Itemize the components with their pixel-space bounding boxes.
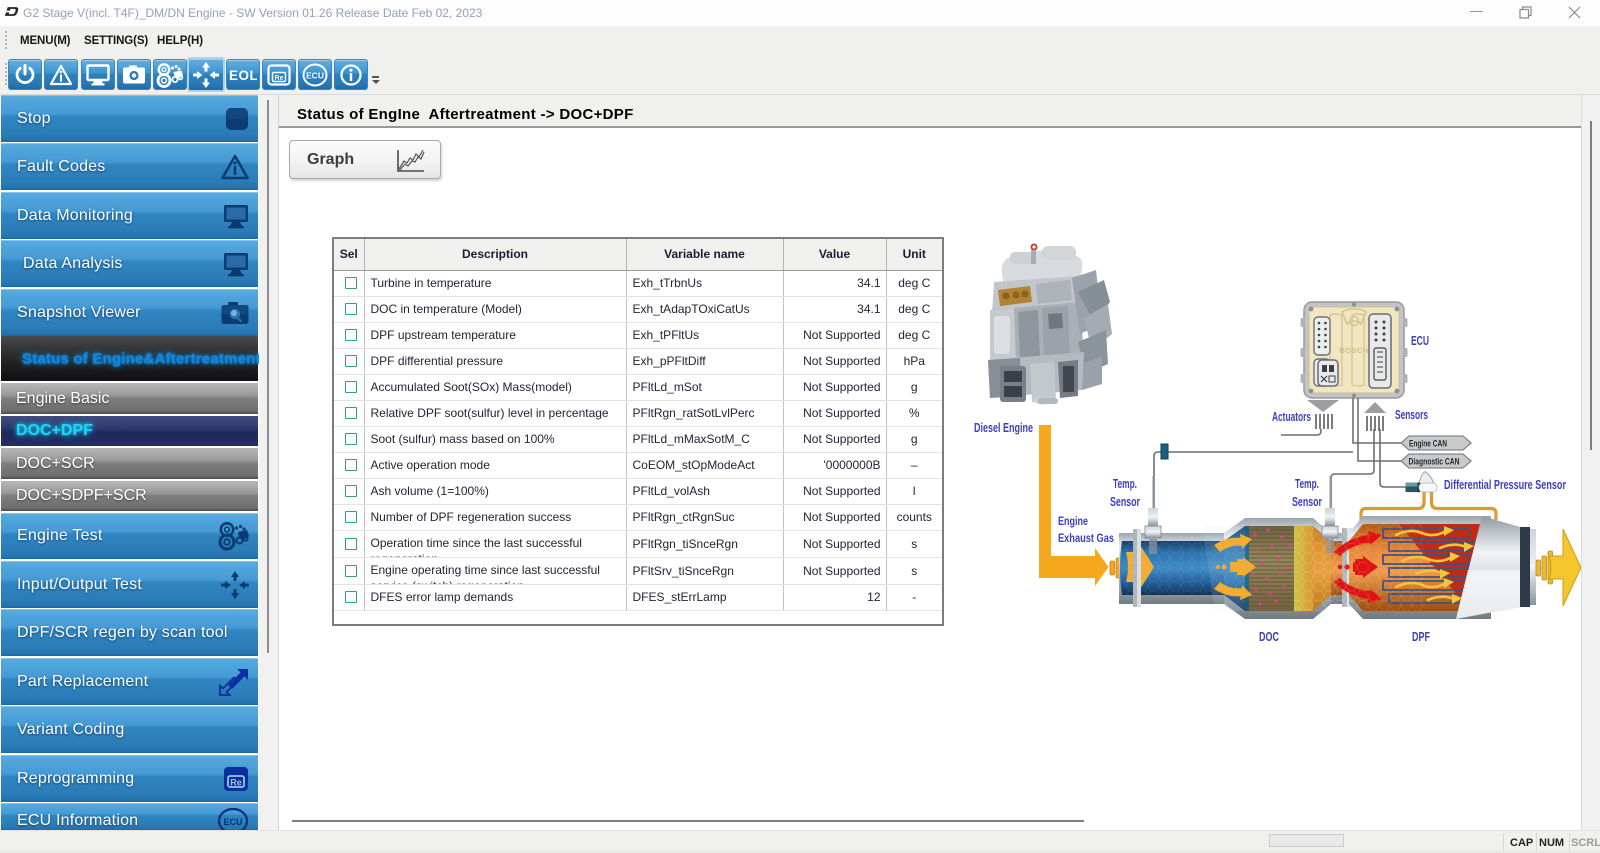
svg-text:DPF: DPF	[1412, 629, 1430, 644]
svg-text:Re: Re	[275, 75, 284, 82]
svg-text:Sensor: Sensor	[1110, 495, 1140, 509]
svg-text:Diagnostic CAN: Diagnostic CAN	[1409, 457, 1460, 467]
svg-text:Temp.: Temp.	[1295, 477, 1319, 491]
svg-text:Actuators: Actuators	[1272, 410, 1311, 424]
svg-text:Temp.: Temp.	[1113, 477, 1137, 491]
svg-text:ECU: ECU	[1411, 333, 1429, 348]
svg-text:Sensors: Sensors	[1395, 408, 1428, 422]
svg-text:DOC: DOC	[1259, 629, 1279, 644]
svg-text:Sensor: Sensor	[1292, 495, 1322, 509]
svg-text:Re: Re	[230, 777, 242, 787]
svg-text:Differential Pressure Sensor: Differential Pressure Sensor	[1444, 478, 1566, 492]
svg-text:Diesel Engine: Diesel Engine	[974, 420, 1033, 435]
svg-text:EOL: EOL	[229, 68, 257, 82]
svg-text:Engine CAN: Engine CAN	[1409, 439, 1447, 449]
svg-text:ECU: ECU	[306, 70, 324, 80]
svg-text:Engine: Engine	[1058, 514, 1088, 528]
svg-text:ECU: ECU	[223, 817, 242, 827]
svg-text:Exhaust Gas: Exhaust Gas	[1058, 531, 1114, 545]
